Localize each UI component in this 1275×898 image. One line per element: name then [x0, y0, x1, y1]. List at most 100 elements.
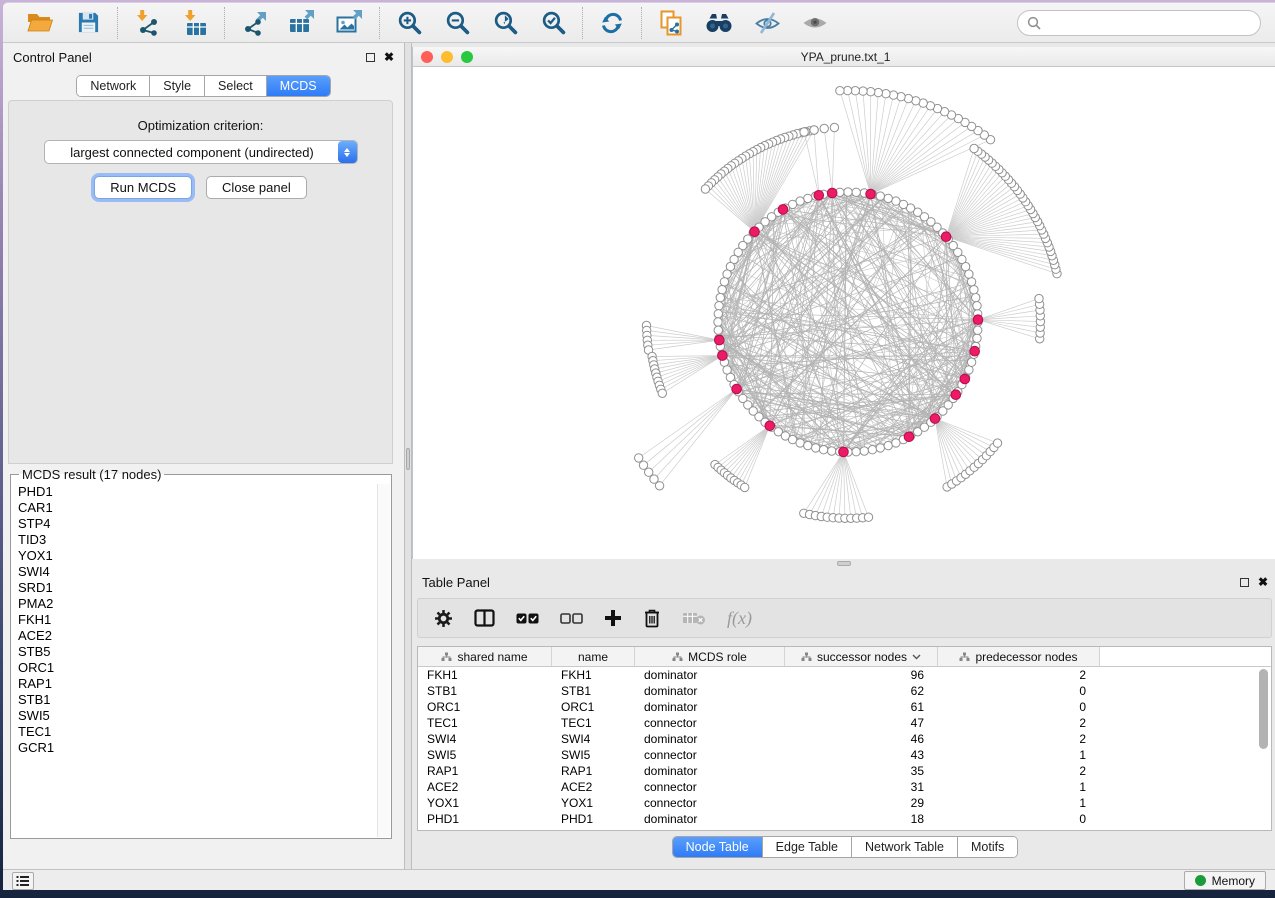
tab-node-table[interactable]: Node Table [673, 837, 763, 857]
refresh-icon[interactable] [597, 8, 627, 38]
table-cell[interactable]: YOX1 [552, 795, 635, 811]
export-table-icon[interactable] [287, 8, 317, 38]
memory-button[interactable]: Memory [1184, 871, 1266, 890]
table-cell[interactable]: PHD1 [552, 811, 635, 827]
table-cell[interactable]: 0 [938, 811, 1100, 827]
mcds-list-scrollbar[interactable] [377, 484, 390, 837]
table-cell[interactable]: 61 [785, 699, 938, 715]
table-cell[interactable]: PHD1 [418, 811, 552, 827]
table-cell[interactable]: YOX1 [418, 795, 552, 811]
float-table-panel-icon[interactable] [1240, 578, 1249, 587]
table-cell[interactable]: 0 [938, 683, 1100, 699]
tab-network-table[interactable]: Network Table [852, 837, 958, 857]
list-item[interactable]: STB5 [12, 644, 376, 660]
table-cell[interactable]: ACE2 [552, 779, 635, 795]
table-cell[interactable]: 35 [785, 763, 938, 779]
table-cell[interactable]: FKH1 [552, 667, 635, 683]
import-table-icon[interactable] [180, 8, 210, 38]
table-cell[interactable]: 62 [785, 683, 938, 699]
list-item[interactable]: SRD1 [12, 580, 376, 596]
open-folder-icon[interactable] [25, 8, 55, 38]
list-item[interactable]: SWI5 [12, 708, 376, 724]
horizontal-splitter[interactable] [412, 559, 1275, 568]
table-cell[interactable]: 2 [938, 667, 1100, 683]
list-item[interactable]: RAP1 [12, 676, 376, 692]
table-cell[interactable]: FKH1 [418, 667, 552, 683]
table-cell[interactable]: dominator [635, 699, 785, 715]
tab-select[interactable]: Select [205, 76, 267, 96]
table-cell[interactable]: dominator [635, 763, 785, 779]
table-cell[interactable]: SWI5 [552, 747, 635, 763]
vertical-splitter[interactable] [404, 43, 412, 871]
table-cell[interactable]: TEC1 [552, 715, 635, 731]
table-row[interactable]: TEC1TEC1connector472 [418, 715, 1271, 731]
gear-icon[interactable] [434, 606, 453, 630]
table-cell[interactable]: connector [635, 795, 785, 811]
column-header-shared-name[interactable]: shared name [418, 647, 552, 666]
table-row[interactable]: ORC1ORC1dominator610 [418, 699, 1271, 715]
tab-mcds[interactable]: MCDS [267, 76, 330, 96]
import-network-icon[interactable] [132, 8, 162, 38]
export-image-icon[interactable] [335, 8, 365, 38]
table-scrollbar[interactable] [1258, 669, 1269, 829]
table-cell[interactable]: dominator [635, 731, 785, 747]
list-item[interactable]: FKH1 [12, 612, 376, 628]
table-body[interactable]: FKH1FKH1dominator962STB1STB1dominator620… [418, 667, 1271, 827]
list-item[interactable]: GCR1 [12, 740, 376, 756]
task-history-button[interactable] [12, 872, 34, 890]
tab-motifs[interactable]: Motifs [958, 837, 1017, 857]
table-cell[interactable]: 1 [938, 747, 1100, 763]
table-cell[interactable]: 43 [785, 747, 938, 763]
list-item[interactable]: TEC1 [12, 724, 376, 740]
table-cell[interactable]: 0 [938, 699, 1100, 715]
table-cell[interactable]: 2 [938, 731, 1100, 747]
table-cell[interactable]: RAP1 [418, 763, 552, 779]
list-item[interactable]: CAR1 [12, 500, 376, 516]
table-cell[interactable]: ORC1 [552, 699, 635, 715]
column-header-predecessor-nodes[interactable]: predecessor nodes [938, 647, 1100, 666]
table-cell[interactable]: dominator [635, 683, 785, 699]
deselect-all-icon[interactable] [560, 606, 583, 630]
table-cell[interactable]: SWI5 [418, 747, 552, 763]
columns-icon[interactable] [474, 606, 495, 630]
list-item[interactable]: TID3 [12, 532, 376, 548]
table-cell[interactable]: 46 [785, 731, 938, 747]
table-row[interactable]: YOX1YOX1connector291 [418, 795, 1271, 811]
table-cell[interactable]: 2 [938, 715, 1100, 731]
export-network-icon[interactable] [239, 8, 269, 38]
delete-icon[interactable] [643, 606, 661, 630]
table-cell[interactable]: 96 [785, 667, 938, 683]
table-cell[interactable]: 47 [785, 715, 938, 731]
table-cell[interactable]: 1 [938, 795, 1100, 811]
table-row[interactable]: SWI5SWI5connector431 [418, 747, 1271, 763]
table-row[interactable]: RAP1RAP1dominator352 [418, 763, 1271, 779]
binoculars-icon[interactable] [704, 8, 734, 38]
duplicate-network-icon[interactable] [656, 8, 686, 38]
table-cell[interactable]: RAP1 [552, 763, 635, 779]
search-input[interactable] [1046, 15, 1251, 30]
table-row[interactable]: STB1STB1dominator620 [418, 683, 1271, 699]
float-panel-icon[interactable] [366, 53, 375, 62]
zoom-fit-icon[interactable] [490, 8, 520, 38]
table-cell[interactable]: 31 [785, 779, 938, 795]
table-row[interactable]: SWI4SWI4dominator462 [418, 731, 1271, 747]
optimization-criterion-select[interactable]: largest connected component (undirected) [44, 140, 358, 164]
table-cell[interactable]: dominator [635, 811, 785, 827]
list-item[interactable]: PHD1 [12, 484, 376, 500]
table-cell[interactable]: SWI4 [418, 731, 552, 747]
list-item[interactable]: PMA2 [12, 596, 376, 612]
table-cell[interactable]: 1 [938, 779, 1100, 795]
list-item[interactable]: STB1 [12, 692, 376, 708]
table-cell[interactable]: 29 [785, 795, 938, 811]
save-icon[interactable] [73, 8, 103, 38]
table-cell[interactable]: STB1 [552, 683, 635, 699]
network-canvas[interactable] [413, 67, 1275, 564]
table-row[interactable]: ACE2ACE2connector311 [418, 779, 1271, 795]
zoom-out-icon[interactable] [442, 8, 472, 38]
list-item[interactable]: YOX1 [12, 548, 376, 564]
maximize-window-icon[interactable] [461, 51, 473, 63]
zoom-in-icon[interactable] [394, 8, 424, 38]
list-item[interactable]: ORC1 [12, 660, 376, 676]
close-table-panel-icon[interactable]: ✖ [1258, 576, 1268, 588]
tab-style[interactable]: Style [150, 76, 205, 96]
